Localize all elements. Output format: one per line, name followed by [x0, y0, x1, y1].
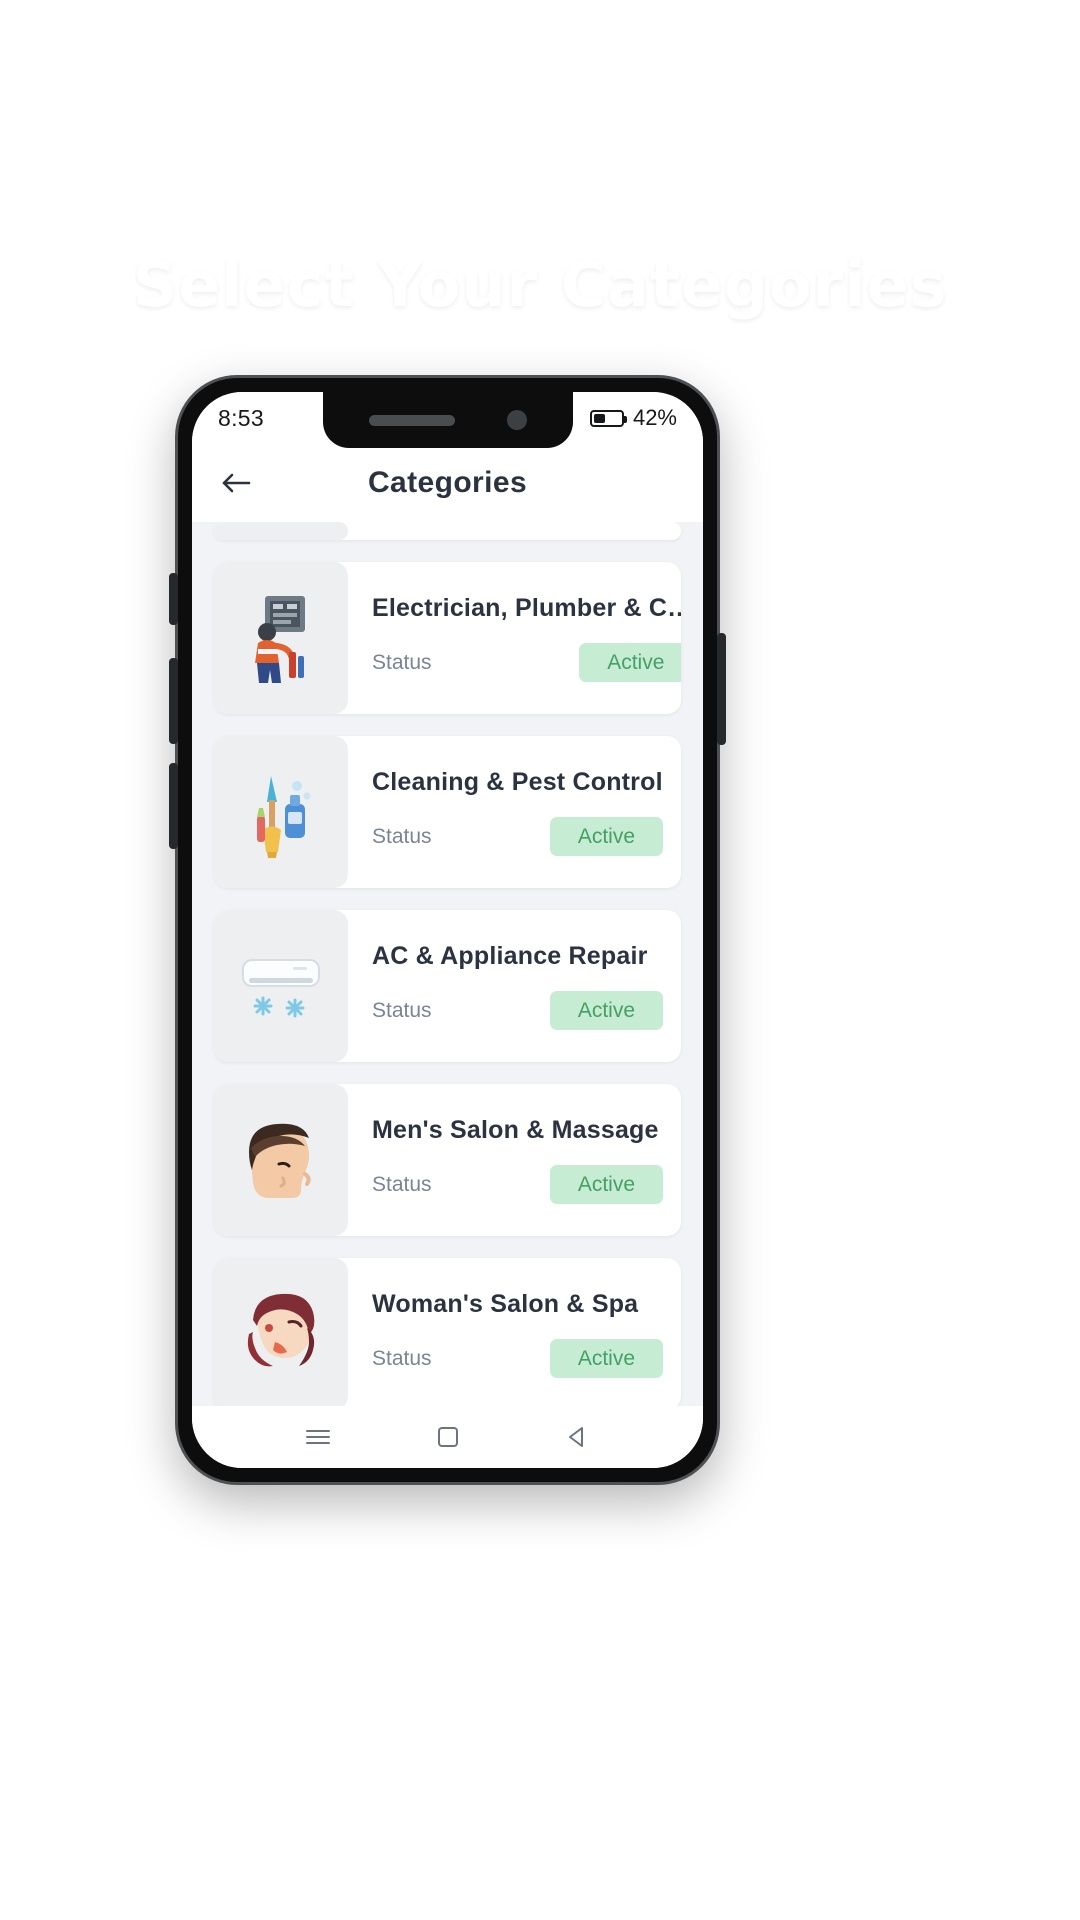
- status-label: Status: [372, 1346, 432, 1370]
- category-icon-tile: [214, 736, 348, 888]
- phone-notch: [322, 392, 573, 448]
- app-bar: Categories: [192, 444, 703, 522]
- list-item-partial[interactable]: [214, 522, 681, 540]
- triangle-back-icon[interactable]: [566, 1425, 590, 1449]
- air-conditioner-icon: [242, 959, 320, 1018]
- category-body: Electrician, Plumber & C… Status Active: [348, 562, 681, 714]
- phone-screen: 8:53 42% Categories Electrician, Plumber…: [192, 392, 703, 1468]
- table-row[interactable]: AC & Appliance Repair Status Active: [214, 910, 681, 1062]
- page-headline: Select Your Categories: [132, 248, 948, 321]
- cleaning-supplies-icon: [257, 776, 311, 858]
- status-badge[interactable]: Active: [549, 991, 663, 1030]
- status-label: Status: [372, 1172, 432, 1196]
- category-list[interactable]: Electrician, Plumber & C… Status Active: [192, 522, 703, 1406]
- status-badge[interactable]: Active: [549, 1339, 663, 1378]
- category-icon-tile: [214, 1084, 348, 1236]
- category-status-row: Status Active: [372, 991, 663, 1030]
- phone-button-volume-up[interactable]: [169, 658, 178, 744]
- category-icon-tile: [214, 910, 348, 1062]
- phone-button-silent[interactable]: [169, 573, 178, 625]
- category-status-row: Status Active: [372, 1339, 663, 1378]
- earpiece-speaker: [368, 414, 455, 426]
- phone-button-power[interactable]: [717, 633, 726, 745]
- mens-haircut-icon: [249, 1123, 311, 1198]
- table-row[interactable]: Woman's Salon & Spa Status Active: [214, 1258, 681, 1406]
- category-body: Men's Salon & Massage Status Active: [348, 1084, 681, 1236]
- phone-button-volume-down[interactable]: [169, 763, 178, 849]
- battery-percent: 42%: [632, 405, 677, 430]
- table-row[interactable]: Electrician, Plumber & C… Status Active: [214, 562, 681, 714]
- category-title: Cleaning & Pest Control: [372, 768, 663, 796]
- hero-illustration: [0, 40, 1080, 240]
- page-title: Categories: [367, 466, 528, 499]
- status-label: Status: [372, 650, 432, 674]
- category-title: AC & Appliance Repair: [372, 942, 648, 970]
- android-nav-bar: [192, 1406, 703, 1468]
- table-row[interactable]: Men's Salon & Massage Status Active: [214, 1084, 681, 1236]
- womans-salon-icon: [247, 1293, 315, 1367]
- status-badge[interactable]: Active: [549, 1165, 663, 1204]
- category-title: Woman's Salon & Spa: [372, 1290, 639, 1318]
- battery-icon: [589, 409, 627, 427]
- electrician-plumber-icon: [255, 596, 305, 683]
- front-camera: [506, 410, 527, 430]
- category-title: Men's Salon & Massage: [372, 1116, 659, 1144]
- category-status-row: Status Active: [372, 1165, 663, 1204]
- category-icon-tile: [214, 1258, 348, 1406]
- category-icon-tile: [214, 562, 348, 714]
- square-icon[interactable]: [436, 1425, 460, 1449]
- category-body: Woman's Salon & Spa Status Active: [348, 1258, 681, 1406]
- category-title: Electrician, Plumber & C…: [372, 594, 681, 622]
- table-row[interactable]: Cleaning & Pest Control Status Active: [214, 736, 681, 888]
- category-body: AC & Appliance Repair Status Active: [348, 910, 681, 1062]
- phone-mockup: 8:53 42% Categories Electrician, Plumber…: [169, 375, 726, 1485]
- status-badge[interactable]: Active: [579, 643, 681, 682]
- status-bar: 8:53 42%: [192, 392, 703, 448]
- status-badge[interactable]: Active: [549, 817, 663, 856]
- menu-icon[interactable]: [305, 1427, 331, 1447]
- checklist-with-tap-hand-icon: [446, 50, 566, 240]
- category-icon-tile: [214, 522, 348, 540]
- status-right-cluster: 42%: [589, 392, 677, 444]
- category-status-row: Status Active: [372, 817, 663, 856]
- arrow-left-icon[interactable]: [218, 465, 254, 501]
- category-body: Cleaning & Pest Control Status Active: [348, 736, 681, 888]
- status-time: 8:53: [218, 404, 264, 431]
- status-label: Status: [372, 824, 432, 848]
- status-label: Status: [372, 998, 432, 1022]
- category-status-row: Status Active: [372, 643, 681, 682]
